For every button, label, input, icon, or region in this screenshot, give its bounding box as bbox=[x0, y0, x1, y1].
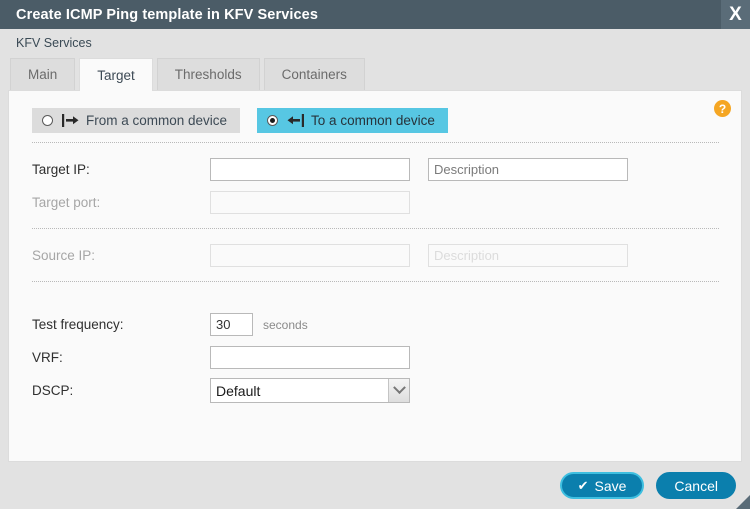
row-target-ip: Target IP: bbox=[27, 153, 723, 186]
tab-target[interactable]: Target bbox=[79, 58, 153, 91]
separator-middle bbox=[32, 228, 719, 230]
dialog-footer: ✔ Save Cancel bbox=[0, 462, 750, 509]
title-bar: Create ICMP Ping template in KFV Service… bbox=[0, 0, 750, 29]
bar-arrow-left-icon bbox=[287, 114, 305, 127]
separator-top bbox=[32, 142, 719, 144]
help-icon[interactable]: ? bbox=[714, 100, 731, 117]
tab-thresholds[interactable]: Thresholds bbox=[156, 58, 260, 90]
label-target-port: Target port: bbox=[32, 195, 101, 210]
target-port-input bbox=[210, 191, 410, 214]
source-ip-description-input bbox=[428, 244, 628, 267]
separator-bottom bbox=[32, 281, 719, 283]
cancel-button[interactable]: Cancel bbox=[656, 472, 736, 499]
row-test-frequency: Test frequency: seconds bbox=[27, 308, 723, 341]
window-title: Create ICMP Ping template in KFV Service… bbox=[16, 6, 318, 23]
cancel-button-label: Cancel bbox=[674, 477, 718, 494]
dscp-select-wrapper: Default bbox=[210, 378, 410, 403]
bar-arrow-right-icon bbox=[62, 114, 79, 127]
row-source-ip: Source IP: bbox=[27, 239, 723, 272]
tab-main[interactable]: Main bbox=[10, 58, 76, 90]
close-icon[interactable]: X bbox=[721, 0, 750, 29]
label-target-ip: Target IP: bbox=[32, 162, 90, 177]
vrf-input[interactable] bbox=[210, 346, 410, 369]
save-button-label: Save bbox=[594, 477, 627, 494]
test-frequency-input[interactable] bbox=[210, 313, 253, 336]
label-dscp: DSCP: bbox=[32, 383, 74, 398]
radio-label-to: To a common device bbox=[311, 113, 435, 128]
radio-label-from: From a common device bbox=[86, 113, 228, 128]
content-wrapper: ? From a common device To a common devic… bbox=[0, 90, 750, 462]
save-button[interactable]: ✔ Save bbox=[559, 472, 645, 499]
radio-to-a-common-device[interactable]: To a common device bbox=[257, 108, 448, 133]
radio-indicator-to bbox=[267, 115, 279, 126]
target-tab-panel: ? From a common device To a common devic… bbox=[8, 90, 742, 462]
dscp-select[interactable]: Default bbox=[210, 378, 410, 403]
radio-from-a-common-device[interactable]: From a common device bbox=[32, 108, 241, 133]
radio-indicator-from bbox=[42, 115, 53, 126]
row-dscp: DSCP: Default bbox=[27, 374, 723, 407]
test-frequency-unit: seconds bbox=[263, 317, 308, 332]
breadcrumb: KFV Services bbox=[0, 29, 750, 57]
label-test-frequency: Test frequency: bbox=[32, 317, 124, 332]
label-vrf: VRF: bbox=[32, 350, 63, 365]
breadcrumb-label: KFV Services bbox=[16, 36, 92, 50]
direction-mode-group: From a common device To a common device bbox=[32, 108, 723, 133]
target-ip-description-input[interactable] bbox=[428, 158, 628, 181]
target-ip-input[interactable] bbox=[210, 158, 410, 181]
tab-containers[interactable]: Containers bbox=[263, 58, 365, 90]
tab-strip: Main Target Thresholds Containers bbox=[0, 57, 750, 91]
source-ip-input bbox=[210, 244, 410, 267]
row-target-port: Target port: bbox=[27, 186, 723, 219]
label-source-ip: Source IP: bbox=[32, 248, 96, 263]
check-icon: ✔ bbox=[577, 478, 589, 493]
dialog-window: Create ICMP Ping template in KFV Service… bbox=[0, 0, 750, 509]
row-vrf: VRF: bbox=[27, 341, 723, 374]
resize-grip-icon[interactable] bbox=[736, 495, 750, 509]
